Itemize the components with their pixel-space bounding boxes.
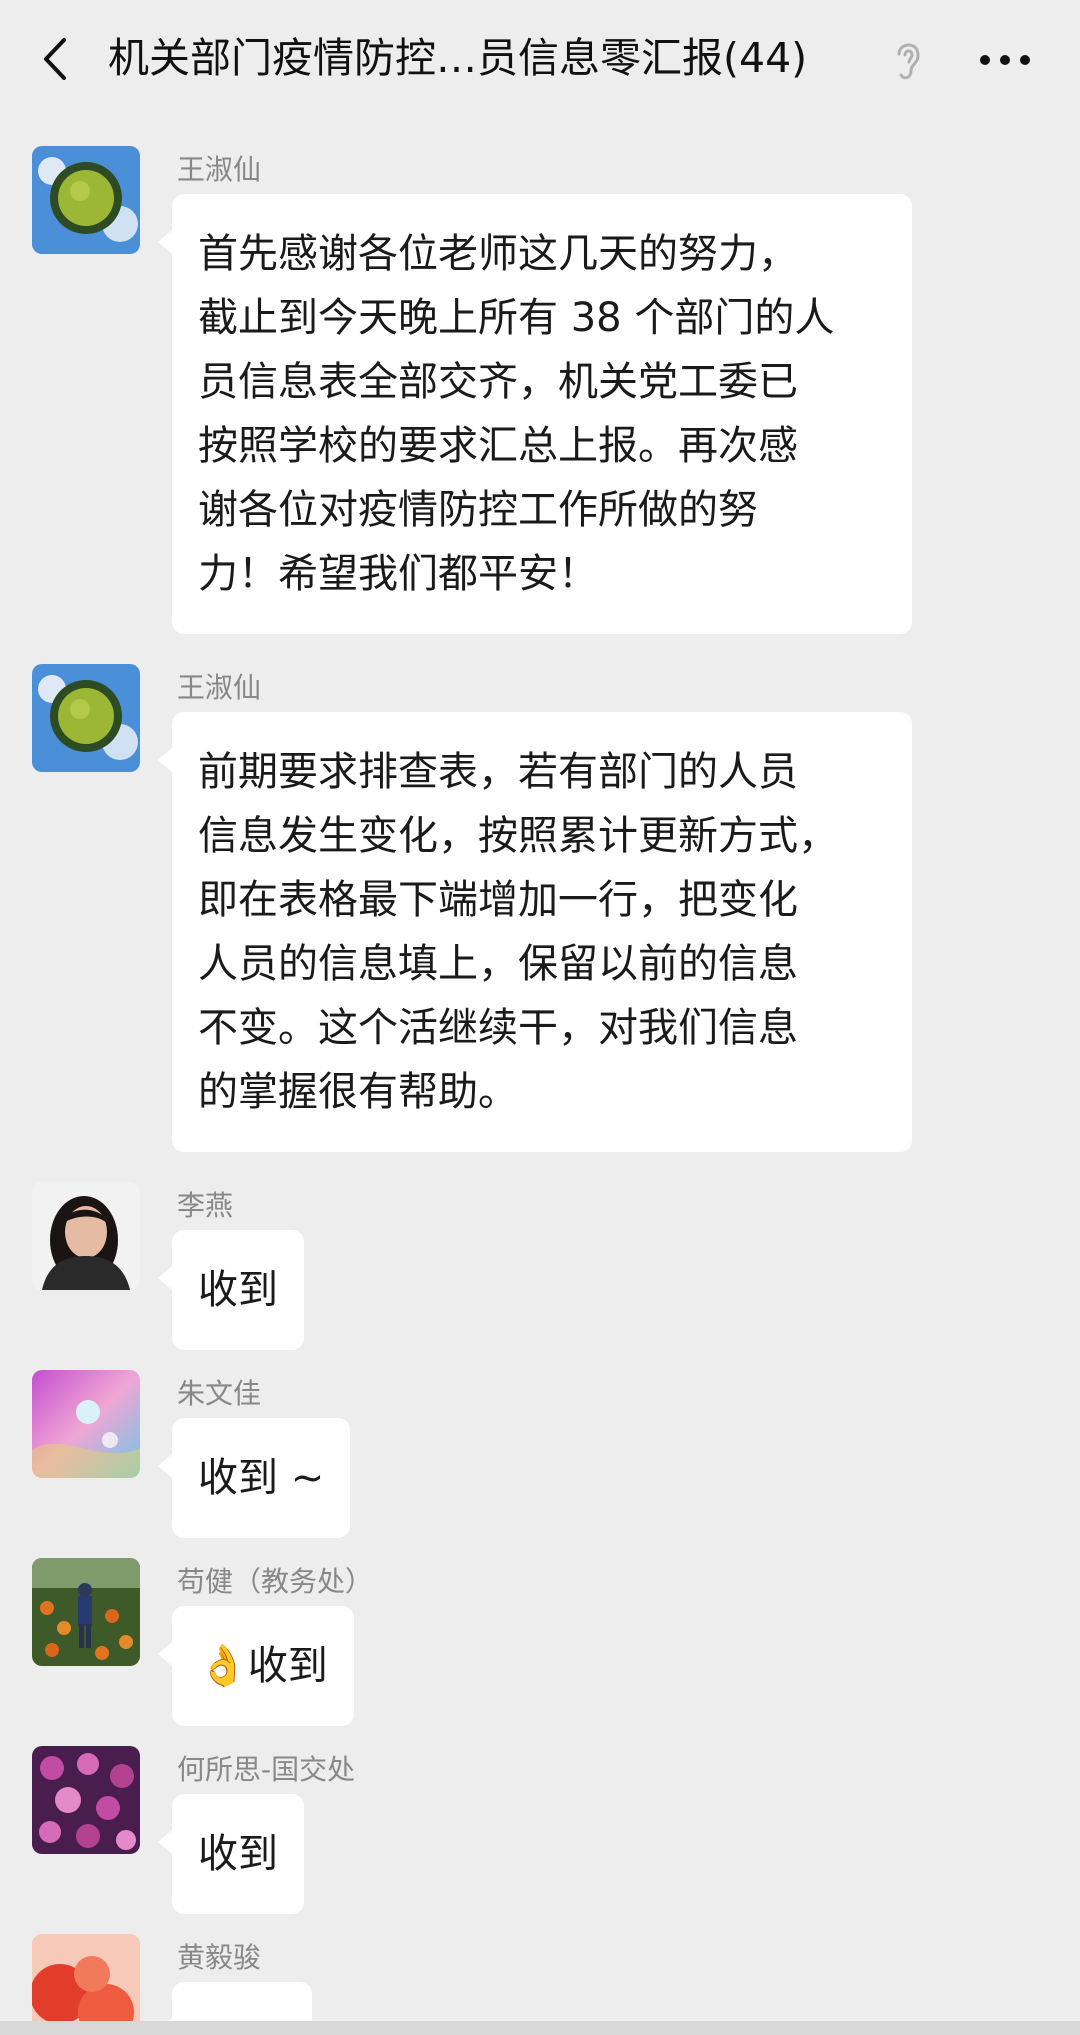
message-bubble[interactable]: 👌收到 xyxy=(158,1606,354,1726)
message-text-line: 力！希望我们都平安！ xyxy=(198,551,598,597)
message-text: 收到 xyxy=(247,1643,328,1689)
message-text-line: 员信息表全部交齐，机关党工委已 xyxy=(198,359,798,405)
avatar[interactable] xyxy=(32,1934,140,2035)
avatar[interactable] xyxy=(32,1182,140,1290)
sender-name: 何所思-国交处 xyxy=(177,1753,356,1786)
message-bubble[interactable]: 收到 xyxy=(158,1230,304,1350)
sender-name: 黄毅骏 xyxy=(177,1941,262,1974)
message-text-line: 按照学校的要求汇总上报。再次感 xyxy=(198,423,798,469)
sender-name: 李燕 xyxy=(177,1189,234,1222)
chevron-left-icon xyxy=(44,38,66,80)
avatar[interactable] xyxy=(32,664,140,772)
message-text: 收到 xyxy=(198,1831,278,1877)
message-text-line: 前期要求排查表，若有部门的人员 xyxy=(198,749,798,795)
avatar[interactable] xyxy=(32,1558,140,1666)
sender-name: 苟健（教务处） xyxy=(177,1565,374,1598)
chat-title: 机关部门疫情防控…员信息零汇报(44) xyxy=(108,34,808,82)
message-text-line: 信息发生变化，按照累计更新方式， xyxy=(198,813,838,859)
avatar[interactable] xyxy=(32,1746,140,1854)
message-bubble[interactable]: 前期要求排查表，若有部门的人员 信息发生变化，按照累计更新方式， 即在表格最下端… xyxy=(158,712,912,1152)
message-bubble[interactable]: 收到 xyxy=(158,1794,304,1914)
message-text-line: 截止到今天晚上所有 38 个部门的人 xyxy=(198,295,835,341)
message-text: 收到 xyxy=(198,1267,278,1313)
message-bubble[interactable]: 收到 ~ xyxy=(157,1418,351,1538)
message-text-line: 人员的信息填上，保留以前的信息 xyxy=(198,941,798,987)
message-text-line: 首先感谢各位老师这几天的努力， xyxy=(198,231,798,277)
message-text-line: 即在表格最下端增加一行，把变化 xyxy=(198,877,798,923)
bottom-edge xyxy=(0,2021,1080,2035)
chat-header: 机关部门疫情防控…员信息零汇报(44) xyxy=(0,0,1080,118)
message-bubble[interactable]: 首先感谢各位老师这几天的努力， 截止到今天晚上所有 38 个部门的人 员信息表全… xyxy=(158,194,912,634)
sender-name: 朱文佳 xyxy=(177,1377,262,1410)
avatar[interactable] xyxy=(32,146,140,254)
message-text-line: 谢各位对疫情防控工作所做的努 xyxy=(198,487,758,533)
message-text-line: 不变。这个活继续干，对我们信息 xyxy=(198,1005,798,1051)
ear-icon xyxy=(897,43,920,80)
sender-name: 王淑仙 xyxy=(177,153,262,186)
avatar[interactable] xyxy=(32,1370,140,1478)
message-text-line: 的掌握很有帮助。 xyxy=(198,1069,518,1115)
more-button[interactable] xyxy=(970,30,1040,90)
sender-name: 王淑仙 xyxy=(177,671,262,704)
chat-message-list[interactable]: 王淑仙 首先感谢各位老师这几天的努力， 截止到今天晚上所有 38 个部门的人 员… xyxy=(0,118,1080,2035)
more-icon xyxy=(980,55,1030,65)
ok-hand-emoji: 👌 xyxy=(198,1643,248,1689)
message-text: 收到 ~ xyxy=(198,1455,325,1501)
back-button[interactable] xyxy=(30,24,80,94)
